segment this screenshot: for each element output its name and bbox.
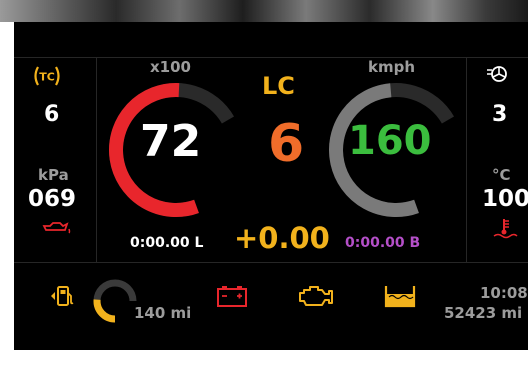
- fuel-gauge-fill: [93, 299, 116, 323]
- rpm-value: 72: [140, 116, 202, 167]
- top-divider: [14, 57, 528, 58]
- dashboard-screen: TC 6 kPa 069 x100 72 LC 6 kmph 160 0:00.…: [14, 22, 528, 350]
- fuel-pump-icon: [51, 286, 74, 306]
- left-panel-divider: [96, 57, 97, 262]
- best-lap-time: 0:00.00 B: [345, 235, 421, 251]
- traction-control-icon: TC: [34, 66, 60, 86]
- pressure-unit: kPa: [38, 166, 69, 184]
- tc-value: 6: [44, 102, 60, 127]
- speed-value: 160: [348, 118, 432, 164]
- background-photo-strip: [0, 0, 528, 22]
- speed-unit: kmph: [368, 58, 416, 76]
- washer-fluid-icon: [384, 286, 416, 308]
- lap-delta: +0.00: [234, 221, 330, 255]
- launch-control-value: 6: [268, 114, 305, 174]
- turbo-icon: [487, 66, 507, 82]
- launch-control-label: LC: [262, 72, 295, 100]
- pressure-value: 069: [28, 186, 77, 212]
- temp-unit: °C: [492, 166, 511, 184]
- last-lap-time: 0:00.00 L: [130, 235, 204, 251]
- coolant-temp-icon: [493, 219, 518, 239]
- check-engine-icon: [299, 286, 333, 306]
- oil-pressure-icon: [42, 222, 71, 234]
- clock: 10:08: [480, 284, 528, 302]
- right-panel-divider: [466, 57, 467, 262]
- rpm-unit: x100: [150, 58, 191, 76]
- fuel-range: 140 mi: [134, 304, 192, 322]
- odometer: 52423 mi: [444, 304, 523, 322]
- right-top-value: 3: [492, 102, 508, 127]
- tc-label: TC: [39, 71, 55, 84]
- coolant-temp-value: 100: [482, 186, 528, 212]
- fuel-range-gauge: [93, 279, 137, 323]
- battery-warning-icon: [217, 286, 247, 307]
- middle-divider: [14, 262, 528, 263]
